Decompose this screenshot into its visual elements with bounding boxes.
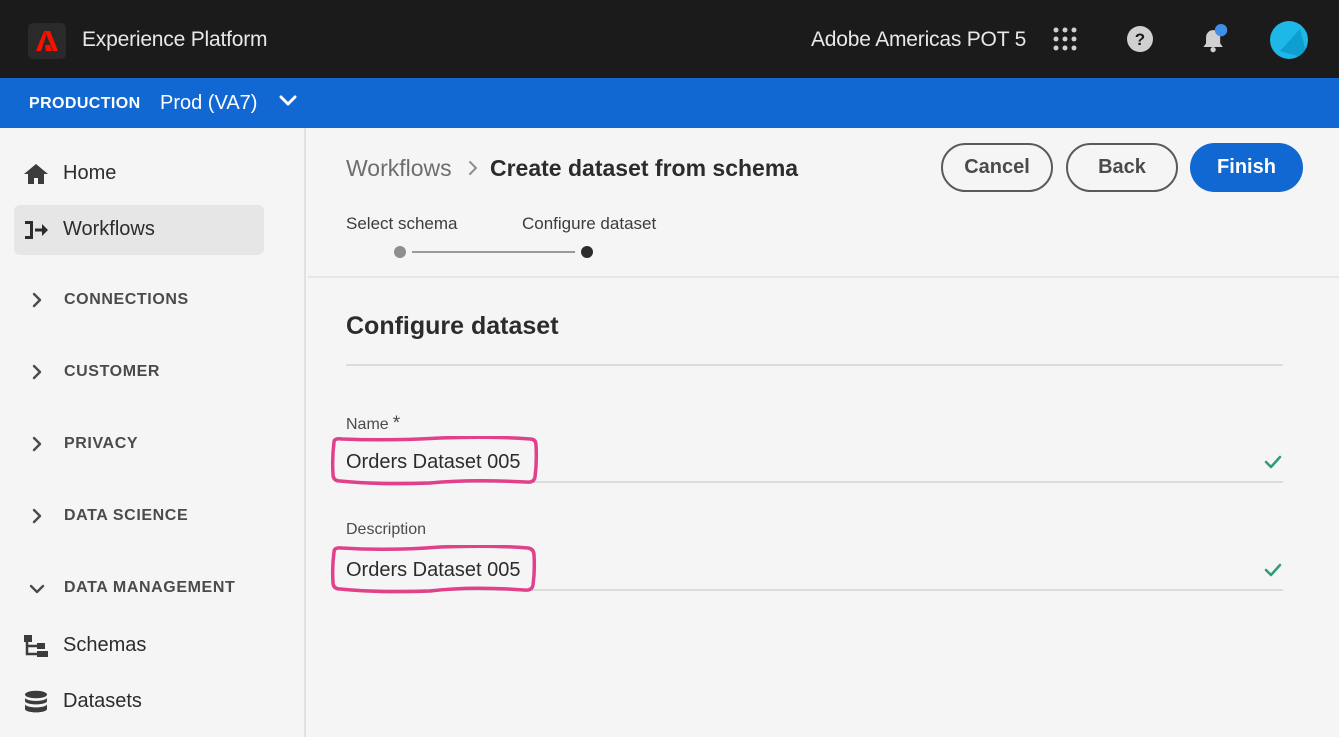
name-label-text: Name [346, 416, 389, 433]
svg-text:?: ? [1135, 30, 1145, 49]
dataset-description-input[interactable] [346, 551, 1283, 591]
sidebar-section-customer[interactable]: CUSTOMER [14, 352, 294, 392]
sidebar-section-label: CUSTOMER [64, 363, 161, 380]
sidebar-section-data-science[interactable]: DATA SCIENCE [14, 496, 294, 536]
sidebar-item-datasets[interactable]: Datasets [14, 677, 264, 727]
header-divider [308, 276, 1339, 278]
step-select-schema-label[interactable]: Select schema [346, 214, 458, 234]
sidebar-item-label: Home [63, 162, 117, 184]
help-icon[interactable]: ? [1125, 24, 1155, 54]
valid-check-icon [1264, 563, 1282, 577]
step-configure-dataset-label: Configure dataset [522, 214, 657, 233]
name-field-label: Name * [346, 413, 400, 435]
sidebar-section-connections[interactable]: CONNECTIONS [14, 280, 294, 320]
top-navigation-bar: Experience Platform Adobe Americas POT 5… [0, 0, 1339, 78]
user-avatar[interactable] [1270, 21, 1308, 59]
database-icon [22, 690, 50, 714]
valid-check-icon [1264, 455, 1282, 469]
schema-icon [22, 634, 50, 658]
chevron-down-icon [29, 582, 45, 600]
page-title: Create dataset from schema [490, 155, 799, 181]
sidebar-section-privacy[interactable]: PRIVACY [14, 424, 294, 464]
apps-grid-icon[interactable] [1050, 24, 1080, 54]
adobe-logo[interactable] [28, 23, 66, 59]
sidebar-item-workflows[interactable]: Workflows [14, 205, 264, 255]
sidebar-section-label: CONNECTIONS [64, 291, 189, 308]
chevron-right-icon [31, 292, 43, 313]
finish-button[interactable]: Finish [1190, 143, 1303, 192]
sidebar-section-label: PRIVACY [64, 435, 139, 452]
sidebar-section-data-management[interactable]: DATA MANAGEMENT [14, 568, 294, 608]
sandbox-environment-label: PRODUCTION [29, 95, 141, 112]
sidebar-section-label: DATA SCIENCE [64, 507, 189, 524]
sandbox-name[interactable]: Prod (VA7) [160, 92, 257, 115]
sidebar-item-label: Datasets [63, 690, 142, 712]
step-select-schema-dot[interactable] [394, 246, 406, 258]
chevron-down-icon[interactable] [278, 94, 298, 113]
chevron-right-icon [31, 508, 43, 529]
notification-bell-icon[interactable] [1199, 24, 1229, 54]
chevron-right-icon [31, 364, 43, 385]
workflows-icon [22, 218, 50, 242]
sidebar-item-schemas[interactable]: Schemas [14, 621, 264, 671]
org-switcher[interactable]: Adobe Americas POT 5 [811, 28, 1026, 52]
sidebar-item-label: Workflows [63, 218, 155, 240]
home-icon [22, 162, 50, 186]
section-divider [346, 364, 1283, 366]
step-configure-dataset-dot [581, 246, 593, 258]
sandbox-switcher-bar[interactable]: PRODUCTION Prod (VA7) [0, 78, 1339, 128]
section-title: Configure dataset [346, 312, 559, 340]
dataset-name-input[interactable] [346, 443, 1283, 483]
sidebar-item-label: Schemas [63, 634, 147, 656]
stepper-connector [412, 251, 575, 253]
app-title[interactable]: Experience Platform [82, 28, 267, 52]
required-marker: * [392, 413, 401, 434]
cancel-button[interactable]: Cancel [941, 143, 1053, 192]
main-content: Workflows Create dataset from schema Can… [308, 128, 1339, 737]
sidebar-section-label: DATA MANAGEMENT [64, 579, 236, 596]
back-button[interactable]: Back [1066, 143, 1178, 192]
chevron-right-icon [468, 160, 478, 181]
sidebar-item-home[interactable]: Home [14, 149, 264, 199]
description-field-label: Description [346, 521, 427, 538]
chevron-right-icon [31, 436, 43, 457]
breadcrumb-workflows[interactable]: Workflows [346, 155, 452, 182]
left-navigation: Home Workflows CONNECTIONS CUSTOMER PRIV… [0, 128, 306, 737]
